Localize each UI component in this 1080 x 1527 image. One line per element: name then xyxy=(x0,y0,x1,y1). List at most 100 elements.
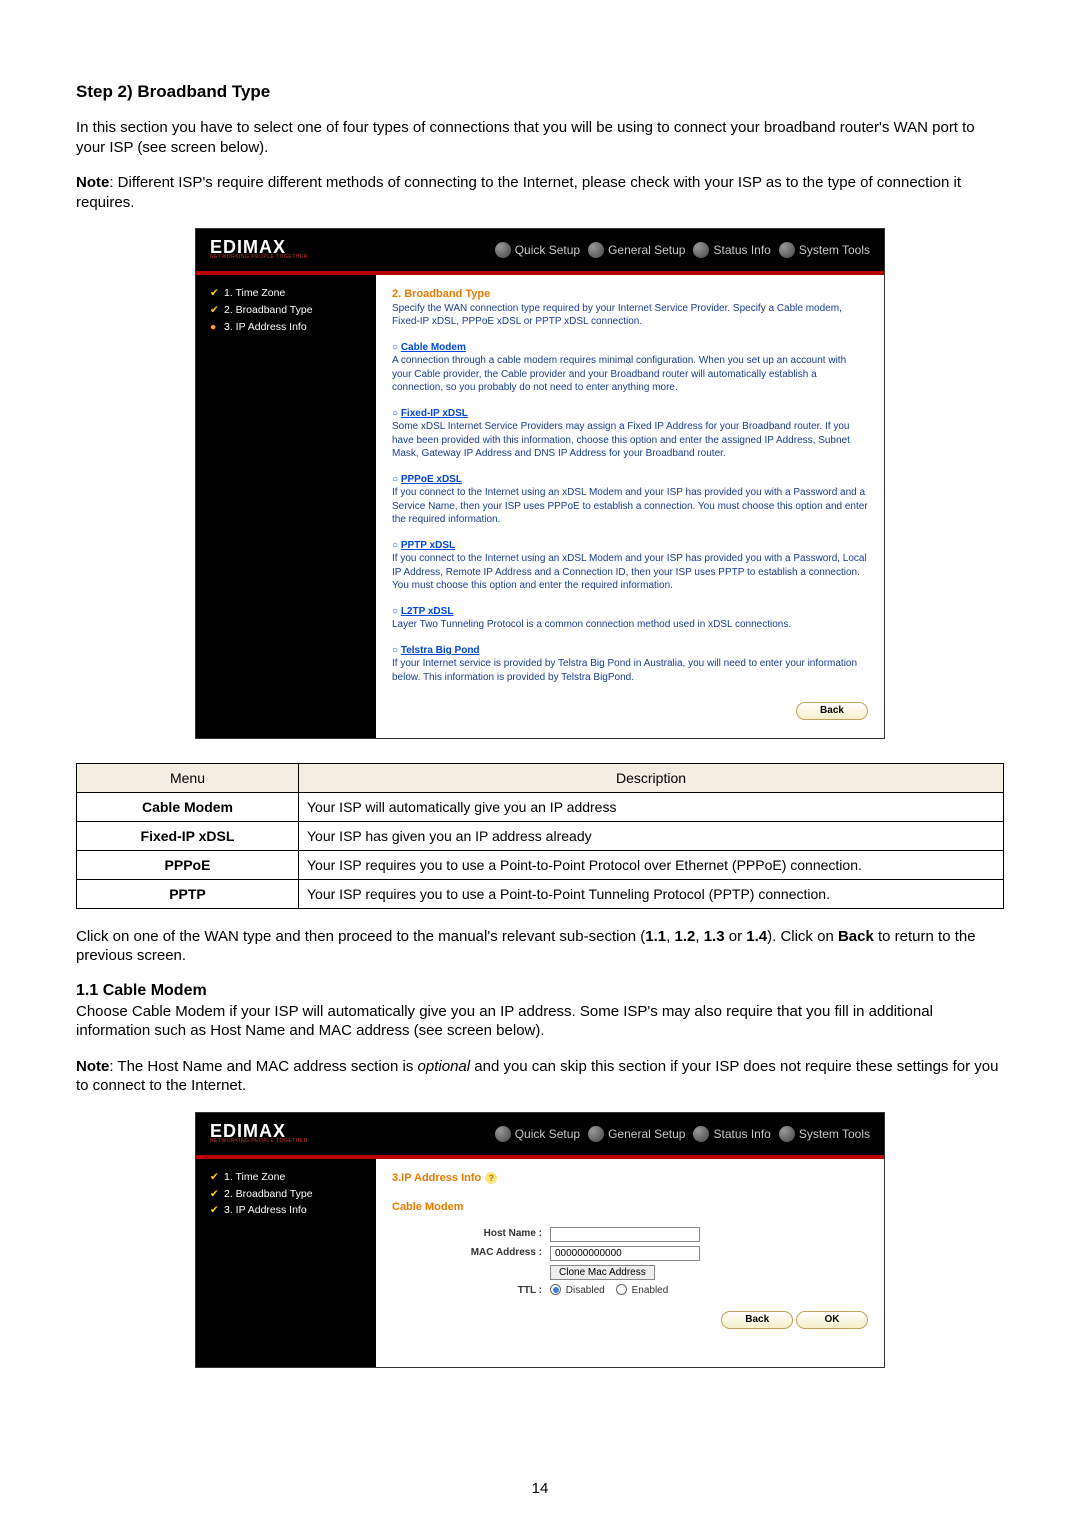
intro-paragraph: In this section you have to select one o… xyxy=(76,118,1004,157)
router-main: 3.IP Address Info? Cable Modem Host Name… xyxy=(376,1159,884,1367)
nav-status-info[interactable]: Status Info xyxy=(693,242,770,258)
panel-subtitle: Cable Modem xyxy=(392,1200,868,1215)
option-cable-modem[interactable]: ○ Cable Modem A connection through a cab… xyxy=(392,341,868,395)
info-icon xyxy=(693,1126,709,1142)
router-header: EDIMAX NETWORKING PEOPLE TOGETHER Quick … xyxy=(196,1113,884,1155)
ttl-disabled-radio[interactable] xyxy=(550,1284,561,1295)
note-text: : Different ISP's require different meth… xyxy=(76,174,961,211)
radio-icon: ○ xyxy=(392,645,401,656)
ok-button[interactable]: OK xyxy=(796,1311,868,1329)
router-nav: Quick Setup General Setup Status Info Sy… xyxy=(390,1126,884,1142)
nav-general-setup-label: General Setup xyxy=(608,243,685,257)
panel-title-text: 3.IP Address Info xyxy=(392,1172,481,1184)
option-telstra-desc: If your Internet service is provided by … xyxy=(392,657,868,684)
page-number: 14 xyxy=(0,1480,1080,1497)
clone-mac-row: Clone Mac Address xyxy=(392,1265,868,1280)
nav-general-setup[interactable]: General Setup xyxy=(588,242,685,258)
ttl-row: TTL : Disabled Enabled xyxy=(392,1284,868,1298)
section-ref: 1.3 xyxy=(704,928,725,945)
option-l2tp-head: L2TP xDSL xyxy=(401,606,454,617)
radio-icon: ○ xyxy=(392,342,401,353)
back-ref: Back xyxy=(838,928,874,945)
wrench-icon xyxy=(779,1126,795,1142)
nav-general-setup[interactable]: General Setup xyxy=(588,1126,685,1142)
brand-tagline: NETWORKING PEOPLE TOGETHER xyxy=(210,254,390,260)
table-cell-desc: Your ISP requires you to use a Point-to-… xyxy=(299,879,1004,908)
option-cable-modem-desc: A connection through a cable modem requi… xyxy=(392,354,868,395)
nav-status-info-label: Status Info xyxy=(713,1127,770,1141)
table-cell-menu: Fixed-IP xDSL xyxy=(77,821,299,850)
wizard-step-1[interactable]: ✔1. Time Zone xyxy=(210,285,368,302)
ttl-label: TTL : xyxy=(392,1284,550,1298)
nav-quick-setup-label: Quick Setup xyxy=(515,243,580,257)
table-header-row: Menu Description xyxy=(77,763,1004,792)
table-row: PPPoE Your ISP requires you to use a Poi… xyxy=(77,850,1004,879)
wizard-step-2[interactable]: ✔2. Broadband Type xyxy=(210,302,368,319)
table-header-menu: Menu xyxy=(77,763,299,792)
wizard-step-2[interactable]: ✔2. Broadband Type xyxy=(210,1186,368,1203)
option-telstra-head: Telstra Big Pond xyxy=(401,645,480,656)
nav-status-info[interactable]: Status Info xyxy=(693,1126,770,1142)
router-screenshot-broadband-type: EDIMAX NETWORKING PEOPLE TOGETHER Quick … xyxy=(195,228,885,739)
note-label: Note xyxy=(76,1058,109,1075)
mac-input[interactable] xyxy=(550,1246,700,1261)
option-pppoe[interactable]: ○ PPPoE xDSL If you connect to the Inter… xyxy=(392,473,868,527)
wizard-step-2-label: 2. Broadband Type xyxy=(224,1188,313,1200)
wizard-step-1-label: 1. Time Zone xyxy=(224,1171,285,1183)
hostname-input[interactable] xyxy=(550,1227,700,1242)
router-nav: Quick Setup General Setup Status Info Sy… xyxy=(390,242,884,258)
ttl-enabled-radio[interactable] xyxy=(616,1284,627,1295)
table-cell-menu: PPPoE xyxy=(77,850,299,879)
option-pppoe-head: PPPoE xDSL xyxy=(401,474,462,485)
nav-system-tools-label: System Tools xyxy=(799,1127,870,1141)
table-header-desc: Description xyxy=(299,763,1004,792)
panel-subtitle: Specify the WAN connection type required… xyxy=(392,302,868,329)
ttl-disabled-label: Disabled xyxy=(566,1285,605,1296)
cable-modem-form: Host Name : MAC Address : Clone Mac Addr… xyxy=(392,1227,868,1298)
option-telstra[interactable]: ○ Telstra Big Pond If your Internet serv… xyxy=(392,644,868,685)
nav-quick-setup-label: Quick Setup xyxy=(515,1127,580,1141)
option-cable-modem-head: Cable Modem xyxy=(401,342,466,353)
broadband-type-description-table: Menu Description Cable Modem Your ISP wi… xyxy=(76,763,1004,909)
option-l2tp-desc: Layer Two Tunneling Protocol is a common… xyxy=(392,618,868,632)
radio-icon: ○ xyxy=(392,606,401,617)
brand-logo: EDIMAX NETWORKING PEOPLE TOGETHER xyxy=(196,1124,390,1144)
wizard-sidebar: ✔1. Time Zone ✔2. Broadband Type ✔3. IP … xyxy=(196,1159,376,1367)
option-pptp-head: PPTP xDSL xyxy=(401,540,455,551)
check-icon: ✔ xyxy=(210,1186,224,1203)
button-row: Back xyxy=(392,698,868,722)
wrench-icon xyxy=(779,242,795,258)
gear-icon xyxy=(588,242,604,258)
nav-quick-setup[interactable]: Quick Setup xyxy=(495,242,580,258)
brand-logo: EDIMAX NETWORKING PEOPLE TOGETHER xyxy=(196,240,390,260)
ttl-radio-group: Disabled Enabled xyxy=(550,1284,668,1298)
wizard-step-3[interactable]: ●3. IP Address Info xyxy=(210,319,368,336)
clone-mac-button[interactable]: Clone Mac Address xyxy=(550,1265,655,1280)
section-ref: 1.1 xyxy=(645,928,666,945)
router-main: 2. Broadband Type Specify the WAN connec… xyxy=(376,275,884,738)
wizard-step-1[interactable]: ✔1. Time Zone xyxy=(210,1169,368,1186)
back-button[interactable]: Back xyxy=(721,1311,793,1329)
table-cell-menu: Cable Modem xyxy=(77,792,299,821)
router-body: ✔1. Time Zone ✔2. Broadband Type ✔3. IP … xyxy=(196,1159,884,1367)
section-ref: 1.4 xyxy=(746,928,767,945)
option-fixed-ip[interactable]: ○ Fixed-IP xDSL Some xDSL Internet Servi… xyxy=(392,407,868,461)
router-body: ✔1. Time Zone ✔2. Broadband Type ●3. IP … xyxy=(196,275,884,738)
nav-quick-setup[interactable]: Quick Setup xyxy=(495,1126,580,1142)
option-l2tp[interactable]: ○ L2TP xDSL Layer Two Tunneling Protocol… xyxy=(392,605,868,632)
wizard-step-3[interactable]: ✔3. IP Address Info xyxy=(210,1202,368,1219)
option-pptp[interactable]: ○ PPTP xDSL If you connect to the Intern… xyxy=(392,539,868,593)
note-part-a: : The Host Name and MAC address section … xyxy=(109,1058,417,1075)
help-icon[interactable]: ? xyxy=(485,1172,497,1184)
after-table-lead: Click on one of the WAN type and then pr… xyxy=(76,928,645,945)
nav-system-tools-label: System Tools xyxy=(799,243,870,257)
nav-system-tools[interactable]: System Tools xyxy=(779,1126,870,1142)
option-pptp-desc: If you connect to the Internet using an … xyxy=(392,552,868,593)
info-icon xyxy=(693,242,709,258)
hostname-row: Host Name : xyxy=(392,1227,868,1242)
wizard-sidebar: ✔1. Time Zone ✔2. Broadband Type ●3. IP … xyxy=(196,275,376,738)
table-row: PPTP Your ISP requires you to use a Poin… xyxy=(77,879,1004,908)
back-button[interactable]: Back xyxy=(796,702,868,720)
check-icon: ✔ xyxy=(210,1202,224,1219)
nav-system-tools[interactable]: System Tools xyxy=(779,242,870,258)
